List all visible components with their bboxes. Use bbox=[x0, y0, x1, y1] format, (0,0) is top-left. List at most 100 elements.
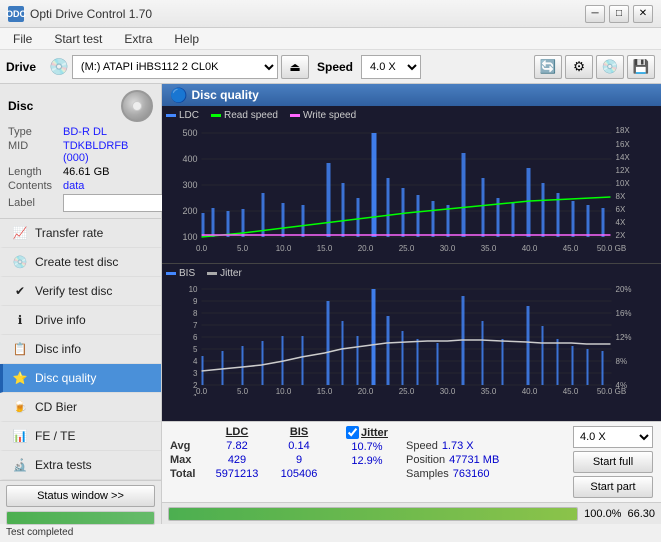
progress-bottom-fill bbox=[169, 508, 577, 520]
speed-select[interactable]: 4.0 X bbox=[361, 55, 421, 79]
legend-ldc: LDC bbox=[166, 110, 199, 121]
save-button[interactable]: 💾 bbox=[627, 55, 655, 79]
max-bis: 9 bbox=[296, 454, 302, 466]
nav-drive-info-label: Drive info bbox=[35, 313, 86, 327]
svg-text:5.0: 5.0 bbox=[237, 244, 249, 253]
top-chart-svg: 500 400 300 200 100 18X 16X 14X 12X 10X … bbox=[166, 123, 657, 253]
svg-text:50.0 GB: 50.0 GB bbox=[597, 387, 626, 396]
bis-label: BIS bbox=[179, 268, 195, 279]
drive-buttons: 🔄 ⚙ 💿 💾 bbox=[534, 55, 655, 79]
nav-fe-te[interactable]: 📊 FE / TE bbox=[0, 422, 161, 451]
menu-start-test[interactable]: Start test bbox=[45, 30, 111, 48]
speed-stat-value: 1.73 X bbox=[442, 440, 474, 452]
disc-icon bbox=[121, 90, 153, 122]
transfer-rate-icon: 📈 bbox=[11, 224, 29, 242]
svg-text:20.0: 20.0 bbox=[358, 387, 374, 396]
verify-test-disc-icon: ✔ bbox=[11, 282, 29, 300]
cd-bier-icon: 🍺 bbox=[11, 398, 29, 416]
app-icon: ODC bbox=[8, 6, 24, 22]
title-bar-controls: ─ □ ✕ bbox=[585, 5, 653, 23]
menu-extra[interactable]: Extra bbox=[115, 30, 161, 48]
nav-disc-quality[interactable]: ⭐ Disc quality bbox=[0, 364, 161, 393]
position-label: Position bbox=[406, 454, 445, 466]
svg-text:30.0: 30.0 bbox=[440, 387, 456, 396]
disc-contents-value: data bbox=[63, 180, 84, 192]
bottom-chart-legend: BIS Jitter bbox=[166, 268, 657, 279]
svg-text:5: 5 bbox=[193, 345, 198, 354]
disc-mid-row: MID TDKBLDRFB (000) bbox=[8, 140, 153, 164]
legend-read: Read speed bbox=[211, 110, 278, 121]
status-section: Status window >> Test completed bbox=[0, 480, 161, 542]
svg-text:16X: 16X bbox=[616, 140, 631, 149]
title-bar: ODC Opti Drive Control 1.70 ─ □ ✕ bbox=[0, 0, 661, 28]
jitter-check[interactable]: Jitter bbox=[346, 426, 388, 439]
menu-file[interactable]: File bbox=[4, 30, 41, 48]
read-label: Read speed bbox=[224, 110, 278, 121]
nav-cd-bier[interactable]: 🍺 CD Bier bbox=[0, 393, 161, 422]
nav-create-test-disc[interactable]: 💿 Create test disc bbox=[0, 248, 161, 277]
bottom-chart: BIS Jitter bbox=[162, 264, 661, 421]
nav-transfer-rate[interactable]: 📈 Transfer rate bbox=[0, 219, 161, 248]
jitter-checkbox[interactable] bbox=[346, 426, 359, 439]
svg-text:50.0 GB: 50.0 GB bbox=[597, 244, 626, 253]
status-progress bbox=[6, 511, 155, 525]
nav-drive-info[interactable]: ℹ Drive info bbox=[0, 306, 161, 335]
position-value: 47731 MB bbox=[449, 454, 499, 466]
nav-extra-tests[interactable]: 🔬 Extra tests bbox=[0, 451, 161, 480]
start-part-button[interactable]: Start part bbox=[573, 476, 653, 498]
disc-length-label: Length bbox=[8, 166, 63, 178]
nav-items: 📈 Transfer rate 💿 Create test disc ✔ Ver… bbox=[0, 219, 161, 480]
speed-combo-select[interactable]: 4.0 X bbox=[573, 426, 653, 448]
nav-extra-tests-label: Extra tests bbox=[35, 458, 92, 472]
status-progress-bar-bg bbox=[6, 511, 155, 525]
svg-text:200: 200 bbox=[182, 206, 197, 216]
disc-type-label: Type bbox=[8, 126, 63, 138]
close-button[interactable]: ✕ bbox=[633, 5, 653, 23]
svg-text:6X: 6X bbox=[616, 205, 626, 214]
max-label: Max bbox=[170, 454, 204, 466]
svg-text:45.0: 45.0 bbox=[563, 387, 579, 396]
disc-button[interactable]: 💿 bbox=[596, 55, 624, 79]
refresh-button[interactable]: 🔄 bbox=[534, 55, 562, 79]
progress-bottom: 100.0% 66.30 bbox=[162, 502, 661, 524]
fe-te-icon: 📊 bbox=[11, 427, 29, 445]
content-area: 🔵 Disc quality LDC Read speed bbox=[162, 84, 661, 524]
avg-label: Avg bbox=[170, 440, 204, 452]
nav-verify-test-disc-label: Verify test disc bbox=[35, 284, 112, 298]
svg-text:15.0: 15.0 bbox=[317, 244, 333, 253]
nav-verify-test-disc[interactable]: ✔ Verify test disc bbox=[0, 277, 161, 306]
drive-icon: 💿 bbox=[49, 57, 69, 77]
menu-help[interactable]: Help bbox=[165, 30, 208, 48]
nav-cd-bier-label: CD Bier bbox=[35, 400, 77, 414]
svg-text:18X: 18X bbox=[616, 126, 631, 135]
right-controls: 4.0 X Start full Start part bbox=[573, 426, 653, 498]
minimize-button[interactable]: ─ bbox=[585, 5, 605, 23]
svg-text:8%: 8% bbox=[616, 357, 628, 366]
nav-disc-quality-label: Disc quality bbox=[35, 371, 96, 385]
chart-header-title: Disc quality bbox=[191, 88, 258, 102]
total-ldc: 5971213 bbox=[216, 468, 259, 480]
disc-label-label: Label bbox=[8, 197, 63, 209]
drive-select[interactable]: (M:) ATAPI iHBS112 2 CL0K bbox=[72, 55, 278, 79]
speed-label: Speed bbox=[317, 60, 353, 74]
svg-text:15.0: 15.0 bbox=[317, 387, 333, 396]
ldc-header: LDC bbox=[226, 426, 249, 438]
svg-text:0.0: 0.0 bbox=[196, 244, 208, 253]
maximize-button[interactable]: □ bbox=[609, 5, 629, 23]
total-bis: 105406 bbox=[281, 468, 318, 480]
create-test-disc-icon: 💿 bbox=[11, 253, 29, 271]
config-button[interactable]: ⚙ bbox=[565, 55, 593, 79]
avg-ldc: 7.82 bbox=[226, 440, 247, 452]
jitter-label-chart: Jitter bbox=[220, 268, 242, 279]
disc-type-row: Type BD-R DL bbox=[8, 126, 153, 138]
disc-section: Disc Type BD-R DL MID TDKBLDRFB (000) Le… bbox=[0, 84, 161, 219]
status-window-button[interactable]: Status window >> bbox=[6, 485, 155, 507]
nav-disc-info[interactable]: 📋 Disc info bbox=[0, 335, 161, 364]
eject-button[interactable]: ⏏ bbox=[281, 55, 309, 79]
svg-text:400: 400 bbox=[182, 154, 197, 164]
svg-text:6: 6 bbox=[193, 333, 198, 342]
start-full-button[interactable]: Start full bbox=[573, 451, 653, 473]
drive-info-icon: ℹ bbox=[11, 311, 29, 329]
write-dot bbox=[290, 114, 300, 117]
extra-tests-icon: 🔬 bbox=[11, 456, 29, 474]
